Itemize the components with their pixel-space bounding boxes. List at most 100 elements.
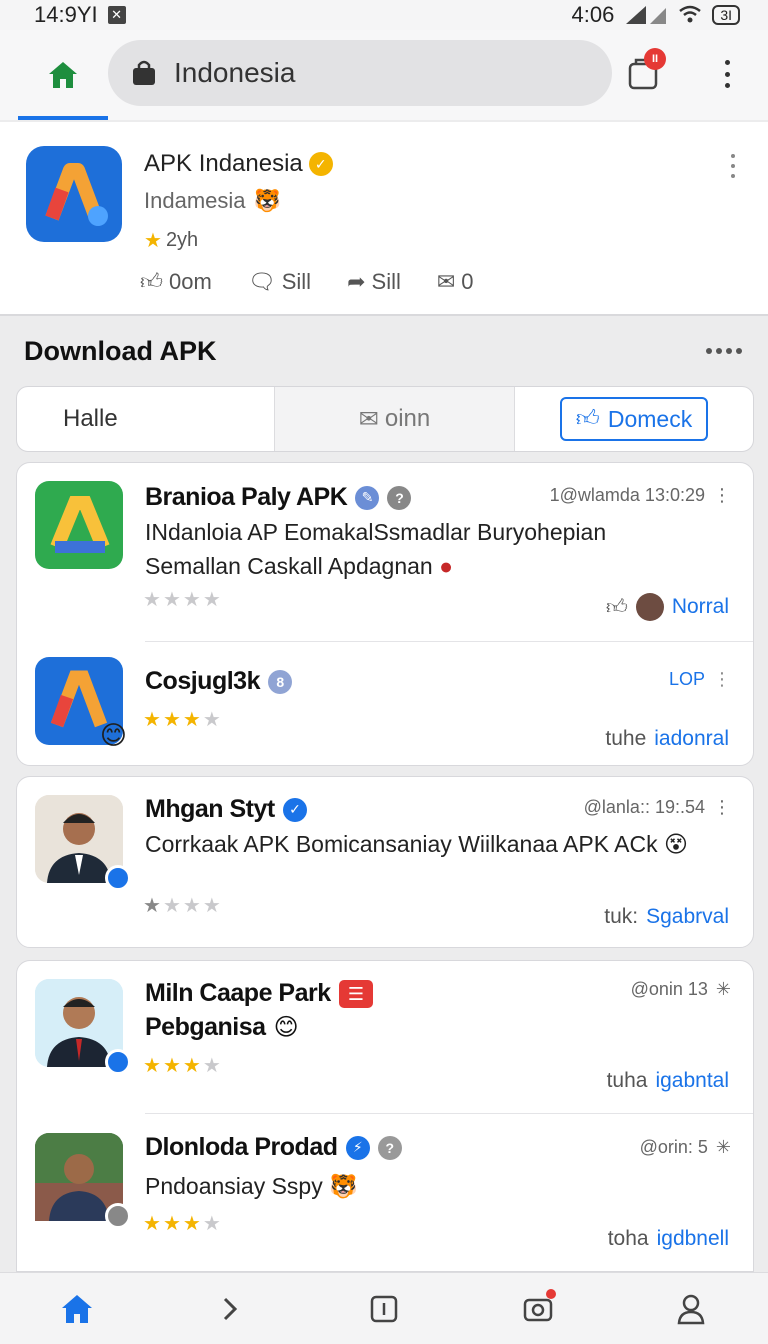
list-item[interactable]: Dlonloda Prodad ⚡ ? @orin: 5 ✳ Pndoansia… [17, 1115, 753, 1273]
wifi-icon [679, 5, 702, 23]
nav-forward[interactable] [200, 1279, 260, 1339]
item-rating: ★ ★ ★ ★ [143, 587, 221, 612]
status-right-time: 4:06 [571, 2, 615, 27]
item-rating: ★ ★ ★ ★ [143, 1053, 221, 1078]
list-card: Miln Caape Park ☰ @onin 13 ✳ Pebganisa 😊… [16, 960, 754, 1272]
item-meta: @onin 13 ✳ [631, 979, 731, 1000]
star-icon: ★ [162, 1213, 181, 1235]
item-footer: 👍︎ Norral [606, 593, 729, 621]
item-footer-link[interactable]: Sgabrval [646, 905, 729, 929]
star-icon: ★ [143, 709, 161, 731]
header-title-text: APK Indanesia [144, 150, 303, 177]
item-footer-link[interactable]: iadonral [654, 727, 729, 751]
pin-icon: ✎ [355, 485, 380, 510]
verified-icon [105, 1049, 131, 1075]
emoji-icon: 🐯 [253, 188, 281, 213]
comment-count: Sill [281, 268, 312, 294]
item-meta-text: 1@wlamda 13:0:29 [549, 485, 705, 505]
item-meta: LOP ⋮ [669, 669, 731, 690]
verified-icon: ✓ [282, 797, 307, 822]
star-icon: ★ [162, 589, 181, 611]
emoji-icon: 😵 [664, 831, 688, 857]
count-badge-icon: 8 [267, 669, 292, 694]
filter-tab-2[interactable]: ✉ oinn [274, 387, 515, 451]
star-icon: ★ [162, 709, 181, 731]
item-title: Branioa Paly APK ✎ ? [145, 483, 412, 512]
dot-icon [724, 71, 730, 77]
close-icon[interactable]: ✳ [716, 1137, 731, 1158]
app-logo[interactable] [26, 146, 122, 242]
item-footer-link[interactable]: igdbnell [657, 1227, 729, 1251]
drive-logo-icon [50, 496, 110, 553]
comment-button[interactable]: 🗨︎ Sill [248, 268, 311, 295]
share-icon: ➦ [347, 268, 366, 294]
help-icon: ? [377, 1135, 402, 1160]
dot-icon [724, 83, 730, 88]
user-icon: ● [439, 553, 453, 579]
dot-icon [731, 154, 735, 158]
home-button[interactable] [20, 40, 106, 110]
nav-tabs[interactable] [354, 1279, 414, 1339]
section-more-button[interactable] [706, 348, 742, 354]
star-icon: ★ [162, 1055, 181, 1077]
star-icon: ★ [143, 589, 161, 611]
tabs-button[interactable]: II [626, 48, 666, 96]
more-options-button[interactable] [712, 54, 742, 94]
close-icon[interactable]: ✳ [716, 979, 731, 1000]
filter-tab-1[interactable]: Halle [17, 387, 274, 451]
search-bar[interactable]: Indonesia [108, 40, 612, 106]
avatar [35, 1133, 131, 1229]
battery-indicator: 3I [712, 5, 740, 25]
avatar [635, 593, 664, 621]
nav-home[interactable] [47, 1279, 107, 1339]
list-item[interactable]: Miln Caape Park ☰ @onin 13 ✳ Pebganisa 😊… [17, 961, 753, 1113]
header-actions: 👍︎ 0om 🗨︎ Sill ➦ Sill ✉ 0 [140, 268, 474, 295]
like-button[interactable]: 👍︎ 0om [140, 268, 212, 295]
thumbs-up-icon[interactable]: 👍︎ [606, 594, 628, 620]
item-description: Pndoansiay Sspy 🐯 [145, 1169, 705, 1203]
message-button[interactable]: ✉ 0 [437, 268, 474, 295]
header-subtitle-text: Indamesia [144, 188, 246, 213]
item-footer-link[interactable]: Norral [672, 595, 729, 619]
star-icon: ★ [182, 589, 201, 611]
smile-emoji-icon: 😊 [99, 720, 127, 750]
item-footer-label: tuk: [604, 905, 639, 928]
verified-icon [105, 1203, 131, 1229]
item-meta-text: @lanla:: 19:.54 [583, 797, 705, 817]
star-icon: ★ [202, 709, 221, 731]
item-description-text: Pndoansiay Sspy [145, 1173, 323, 1199]
item-description: Corrkaak APK Bomicansaniay Wiilkanaa APK… [145, 827, 705, 861]
list-card: Branioa Paly APK ✎ ? 1@wlamda 13:0:29 ⋮ … [16, 462, 754, 766]
section-title: Download APK [24, 336, 217, 366]
filter-tab-2-label: oinn [384, 405, 431, 432]
item-footer-link[interactable]: igabntal [655, 1069, 729, 1093]
list-item[interactable]: 😊 Cosjugl3k 8 LOP ⋮ ★ ★ ★ ★ tuhe iadonral [17, 643, 753, 767]
list-item[interactable]: Mhgan Styt ✓ @lanla:: 19:.54 ⋮ Corrkaak … [17, 777, 753, 949]
item-rating: ★ ★ ★ ★ [143, 1211, 221, 1236]
list-item[interactable]: Branioa Paly APK ✎ ? 1@wlamda 13:0:29 ⋮ … [17, 463, 753, 641]
filter-action-button[interactable]: 👍︎ Domeck [559, 397, 709, 441]
profile-header-card: APK Indanesia ✓ Indamesia 🐯 ★ 2yh 👍︎ 0om… [0, 122, 768, 316]
thumbs-up-icon: 👍︎ [140, 269, 163, 294]
nav-camera[interactable] [508, 1279, 568, 1339]
shopping-bag-icon [133, 60, 155, 85]
filter-action-label: Domeck [607, 405, 693, 432]
item-meta-text: @orin: 5 [639, 1137, 708, 1157]
kebab-icon[interactable]: ⋮ [713, 669, 731, 690]
kebab-icon[interactable]: ⋮ [713, 797, 731, 818]
star-icon: ★ [143, 1055, 161, 1077]
avatar [35, 795, 131, 891]
comment-icon: 🗨︎ [247, 268, 276, 294]
nav-profile[interactable] [661, 1279, 721, 1339]
filter-bar: Halle ✉ oinn 👍︎ Domeck [16, 386, 754, 452]
star-icon: ★ [202, 1213, 221, 1235]
header-more-button[interactable] [728, 154, 738, 178]
star-icon: ★ [182, 895, 201, 917]
star-icon: ★ [162, 895, 181, 917]
item-footer-label: tuhe [605, 727, 647, 750]
news-icon: ☰ [338, 979, 373, 1008]
item-description-text: Corrkaak APK Bomicansaniay Wiilkanaa APK… [145, 831, 658, 857]
kebab-icon[interactable]: ⋮ [713, 485, 731, 506]
header-rating: ★ 2yh [144, 228, 198, 253]
share-button[interactable]: ➦ Sill [347, 268, 401, 295]
